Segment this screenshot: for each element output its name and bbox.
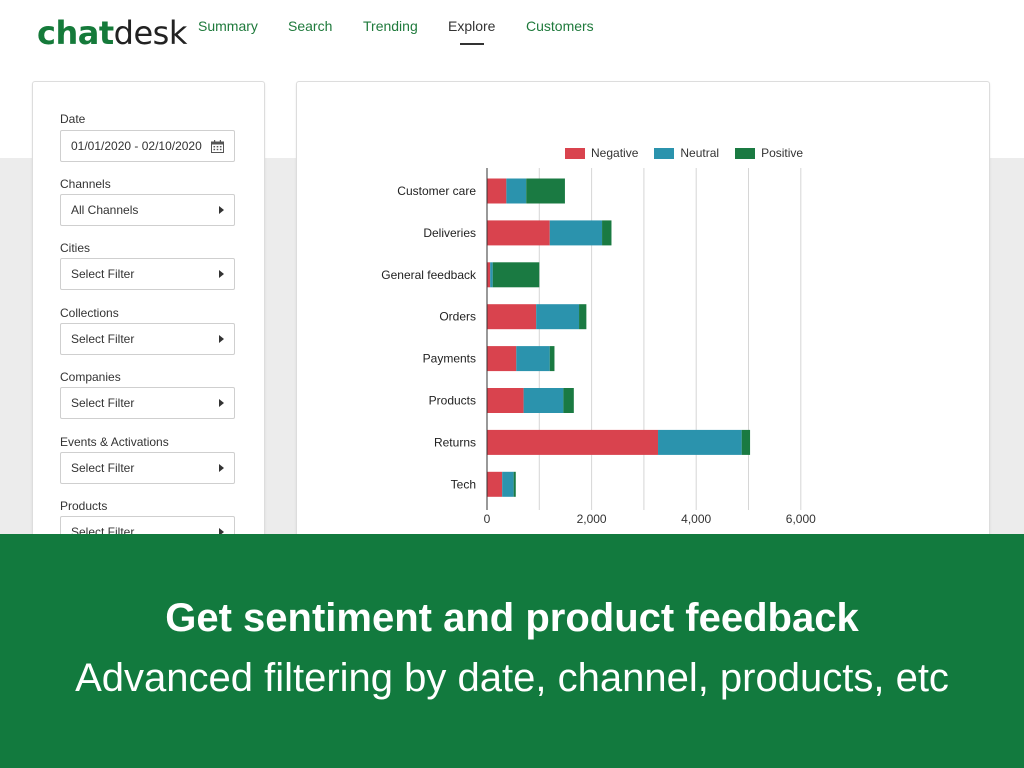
chart-x-tick-label: 4,000 (681, 512, 711, 526)
chart-bar-positive[interactable] (526, 178, 565, 204)
caret-right-icon (219, 206, 224, 214)
chart-bar-neutral[interactable] (506, 178, 527, 204)
chart-bar-negative[interactable] (487, 304, 537, 330)
chatdesk-logo[interactable]: chatdesk (37, 14, 187, 52)
events-activations-select[interactable]: Select Filter (60, 452, 235, 484)
chart-bar-negative[interactable] (487, 388, 524, 413)
companies-value: Select Filter (71, 396, 135, 410)
chart-bar-positive[interactable] (513, 471, 516, 497)
filter-label-collections: Collections (60, 306, 119, 320)
channels-select[interactable]: All Channels (60, 194, 235, 226)
chart-bar-negative[interactable] (487, 178, 507, 204)
promo-banner: Get sentiment and product feedback Advan… (0, 534, 1024, 768)
sentiment-chart-card: Negative Neutral Positive Customer care D… (296, 81, 990, 553)
chart-x-tick-label: 2,000 (577, 512, 607, 526)
chart-category-label: Payments (423, 352, 476, 366)
filter-label-cities: Cities (60, 241, 91, 255)
caret-right-icon (219, 335, 224, 343)
chart-bar-neutral[interactable] (658, 429, 742, 455)
date-range-value: 01/01/2020 - 02/10/2020 (71, 139, 202, 153)
chart-bar-positive[interactable] (741, 429, 751, 455)
chart-bar-positive[interactable] (602, 220, 612, 246)
chart-category-label: Returns (434, 435, 476, 449)
nav-customers[interactable]: Customers (526, 18, 594, 34)
channels-value: All Channels (71, 203, 139, 217)
caret-right-icon (219, 399, 224, 407)
nav-explore[interactable]: Explore (448, 18, 495, 34)
banner-subtitle: Advanced filtering by date, channel, pro… (75, 656, 949, 700)
cities-value: Select Filter (71, 267, 135, 281)
date-range-input[interactable]: 01/01/2020 - 02/10/2020 (60, 130, 235, 162)
chart-category-label: Products (429, 394, 476, 408)
collections-value: Select Filter (71, 332, 135, 346)
filter-sidebar: Date 01/01/2020 - 02/10/2020 Channels Al… (32, 81, 265, 553)
chart-category-label: Orders (439, 310, 476, 324)
collections-select[interactable]: Select Filter (60, 323, 235, 355)
chart-bar-positive[interactable] (563, 388, 574, 413)
caret-right-icon (219, 270, 224, 278)
chart-category-label: Tech (451, 477, 476, 491)
chart-bar-neutral[interactable] (549, 220, 603, 246)
chart-bar-neutral[interactable] (490, 262, 493, 288)
nav-summary[interactable]: Summary (198, 18, 258, 34)
chart-bar-negative[interactable] (487, 220, 550, 246)
nav-search[interactable]: Search (288, 18, 332, 34)
events-activations-value: Select Filter (71, 461, 135, 475)
filter-label-events: Events & Activations (60, 435, 169, 449)
logo-desk: desk (113, 14, 188, 52)
chart-bar-neutral[interactable] (502, 471, 514, 497)
banner-title: Get sentiment and product feedback (165, 596, 859, 640)
filter-label-products: Products (60, 499, 108, 513)
filter-label-date: Date (60, 112, 86, 126)
cities-select[interactable]: Select Filter (60, 258, 235, 290)
chart-bar-neutral[interactable] (523, 388, 564, 413)
chart-bar-negative[interactable] (487, 471, 503, 497)
logo-chat: chat (37, 14, 114, 52)
chart-category-label: Customer care (397, 184, 476, 198)
chart-bar-negative[interactable] (487, 346, 517, 372)
stacked-bar-chart: Customer care Deliveries General feedback O… (381, 168, 816, 526)
chart-bar-neutral[interactable] (536, 304, 580, 330)
nav-trending[interactable]: Trending (363, 18, 418, 34)
chart-bar-negative[interactable] (487, 429, 659, 455)
chart-category-label: Deliveries (423, 226, 476, 240)
chart-bar-positive[interactable] (549, 346, 555, 372)
calendar-icon[interactable] (211, 139, 224, 153)
companies-select[interactable]: Select Filter (60, 387, 235, 419)
chart-bar-neutral[interactable] (516, 346, 550, 372)
filter-label-companies: Companies (60, 370, 121, 384)
filter-label-channels: Channels (60, 177, 111, 191)
chart-x-tick-label: 6,000 (786, 512, 816, 526)
chart-category-label: General feedback (381, 268, 477, 282)
chart-bar-positive[interactable] (492, 262, 540, 288)
caret-right-icon (219, 464, 224, 472)
chart-bar-positive[interactable] (579, 304, 587, 330)
chart-x-tick-label: 0 (484, 512, 491, 526)
